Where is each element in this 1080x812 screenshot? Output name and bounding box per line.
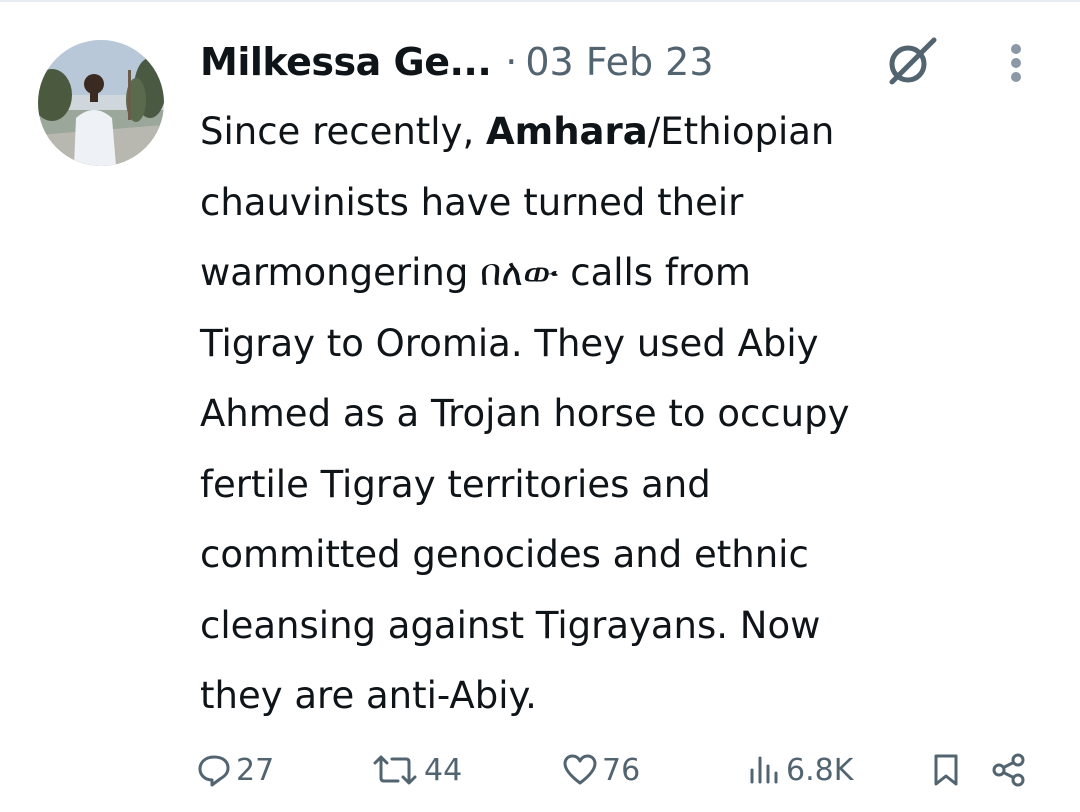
top-divider [0, 0, 1080, 2]
separator-dot: · [505, 40, 518, 84]
bookmark-icon [934, 754, 958, 786]
tweet-text-line: they are anti-Abiy. [200, 674, 537, 717]
tweet-date[interactable]: 03 Feb 23 [525, 40, 713, 84]
more-options-icon[interactable] [998, 42, 1034, 86]
reply-icon [198, 755, 230, 787]
reply-count: 27 [236, 752, 275, 788]
repost-count: 44 [424, 752, 463, 788]
bold-text-segment: Amhara [486, 110, 648, 153]
tweet-text-line: committed genocides and ethnic [200, 533, 809, 576]
avatar-photo [38, 40, 164, 166]
tweet-text-line: fertile Tigray territories and [200, 462, 711, 506]
like-icon [563, 754, 597, 785]
repost-icon [373, 755, 417, 785]
tweet-text: Since recently, Amhara/Ethiopian chauvin… [200, 97, 1060, 732]
text-segment: /Ethiopian [647, 110, 835, 153]
tweet-text-line: Since recently, Amhara/Ethiopian [200, 97, 1060, 168]
reply-button[interactable]: 27 [196, 745, 274, 795]
like-button[interactable]: 76 [562, 745, 640, 795]
action-bar: 27 44 76 6.8K [0, 745, 1080, 795]
display-name[interactable]: Milkessa Ge... [200, 40, 492, 84]
share-icon [992, 753, 1025, 787]
repost-button[interactable]: 44 [370, 745, 462, 795]
like-count: 76 [602, 752, 641, 788]
views-count: 6.8K [786, 752, 854, 788]
tweet-text-line: cleansing against Tigrayans. Now [200, 603, 821, 647]
tweet-header: Milkessa Ge... · 03 Feb 23 [200, 32, 714, 92]
tweet-text-line: Tigray to Oromia. They used Abiy [200, 321, 819, 365]
tweet-text-line: Ahmed as a Trojan horse to occupy [200, 392, 850, 435]
tweet-text-line: warmongering በለው calls from [200, 251, 751, 294]
text-segment: Since recently, [200, 110, 487, 153]
tweet-text-line: chauvinists have turned their [200, 180, 744, 224]
bookmark-button[interactable] [928, 745, 964, 795]
grok-icon[interactable] [878, 34, 942, 88]
views-button[interactable]: 6.8K [746, 745, 853, 795]
avatar[interactable] [38, 40, 164, 166]
views-icon [750, 756, 778, 784]
share-button[interactable] [990, 745, 1030, 795]
